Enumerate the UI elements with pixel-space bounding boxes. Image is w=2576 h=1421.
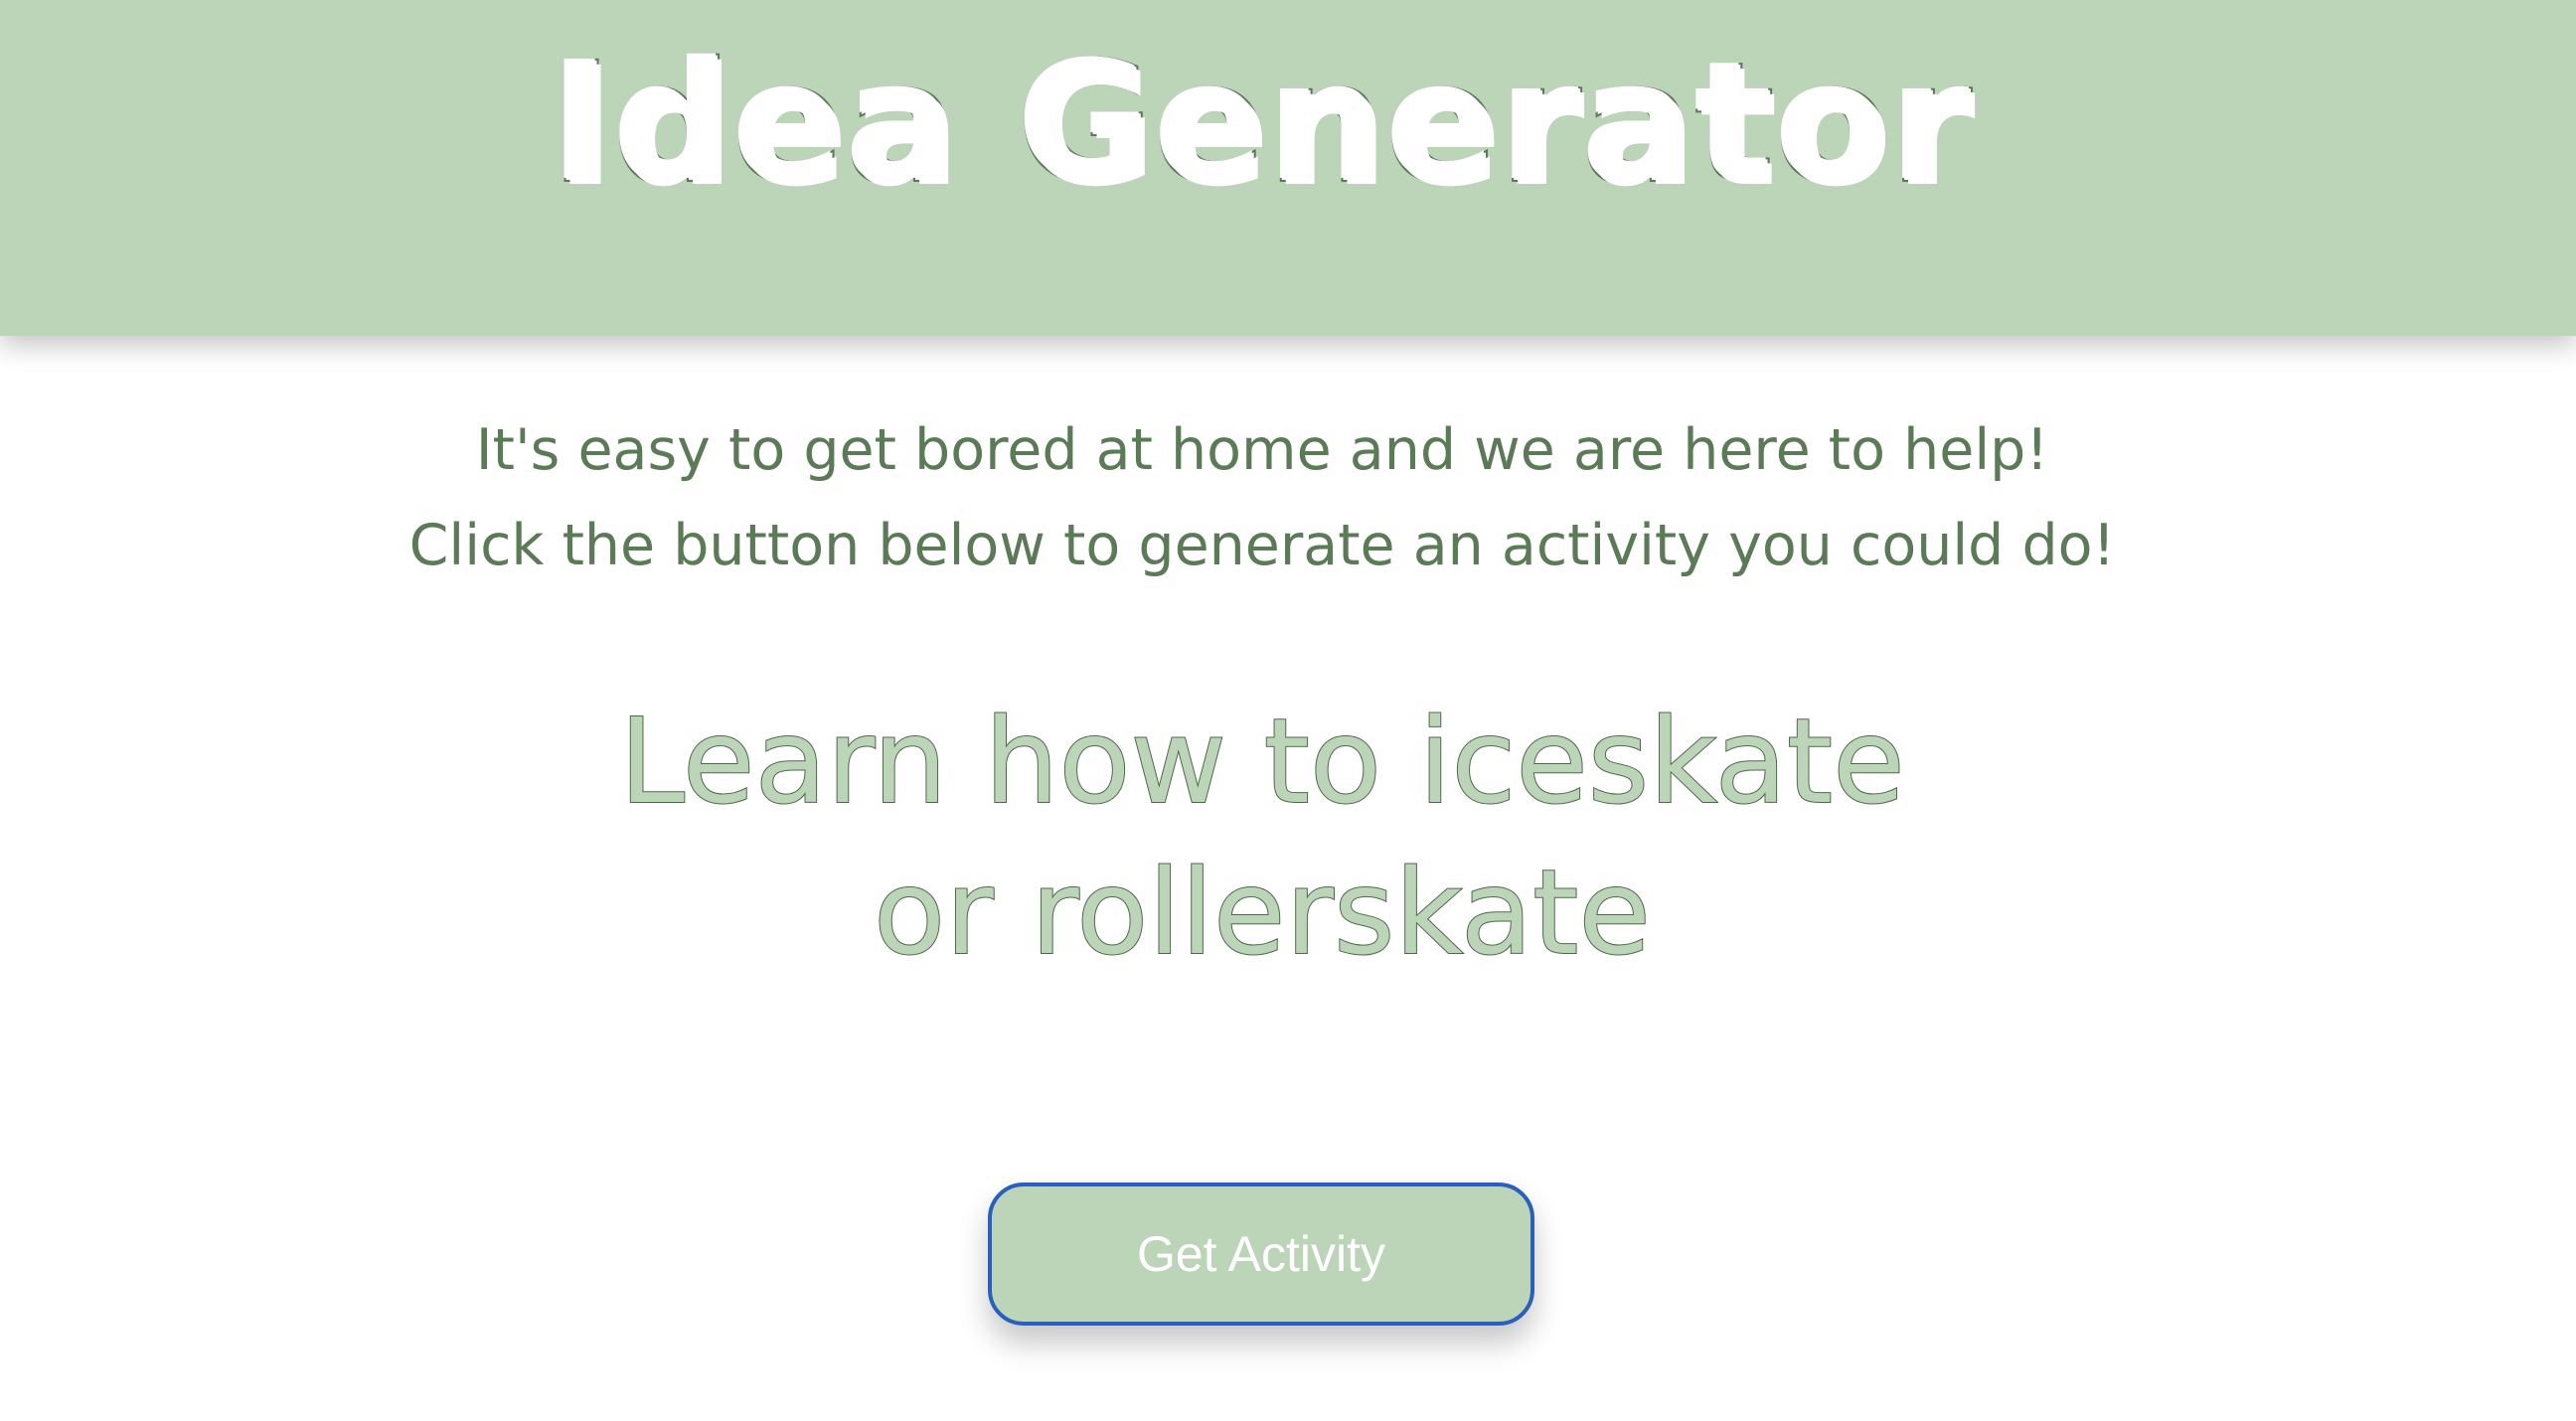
- intro-line-2: Click the button below to generate an ac…: [408, 513, 2116, 578]
- intro-text: It's easy to get bored at home and we ar…: [0, 402, 2524, 593]
- activity-line-1: Learn how to iceskate: [618, 692, 1905, 831]
- header-banner: Idea Generator: [0, 0, 2576, 336]
- page-title: Idea Generator: [549, 26, 1974, 221]
- activity-suggestion: Learn how to iceskate or rollerskate: [0, 686, 2524, 988]
- get-activity-button[interactable]: Get Activity: [988, 1183, 1534, 1326]
- activity-line-2: or rollerskate: [873, 843, 1652, 982]
- intro-line-1: It's easy to get bored at home and we ar…: [475, 417, 2049, 483]
